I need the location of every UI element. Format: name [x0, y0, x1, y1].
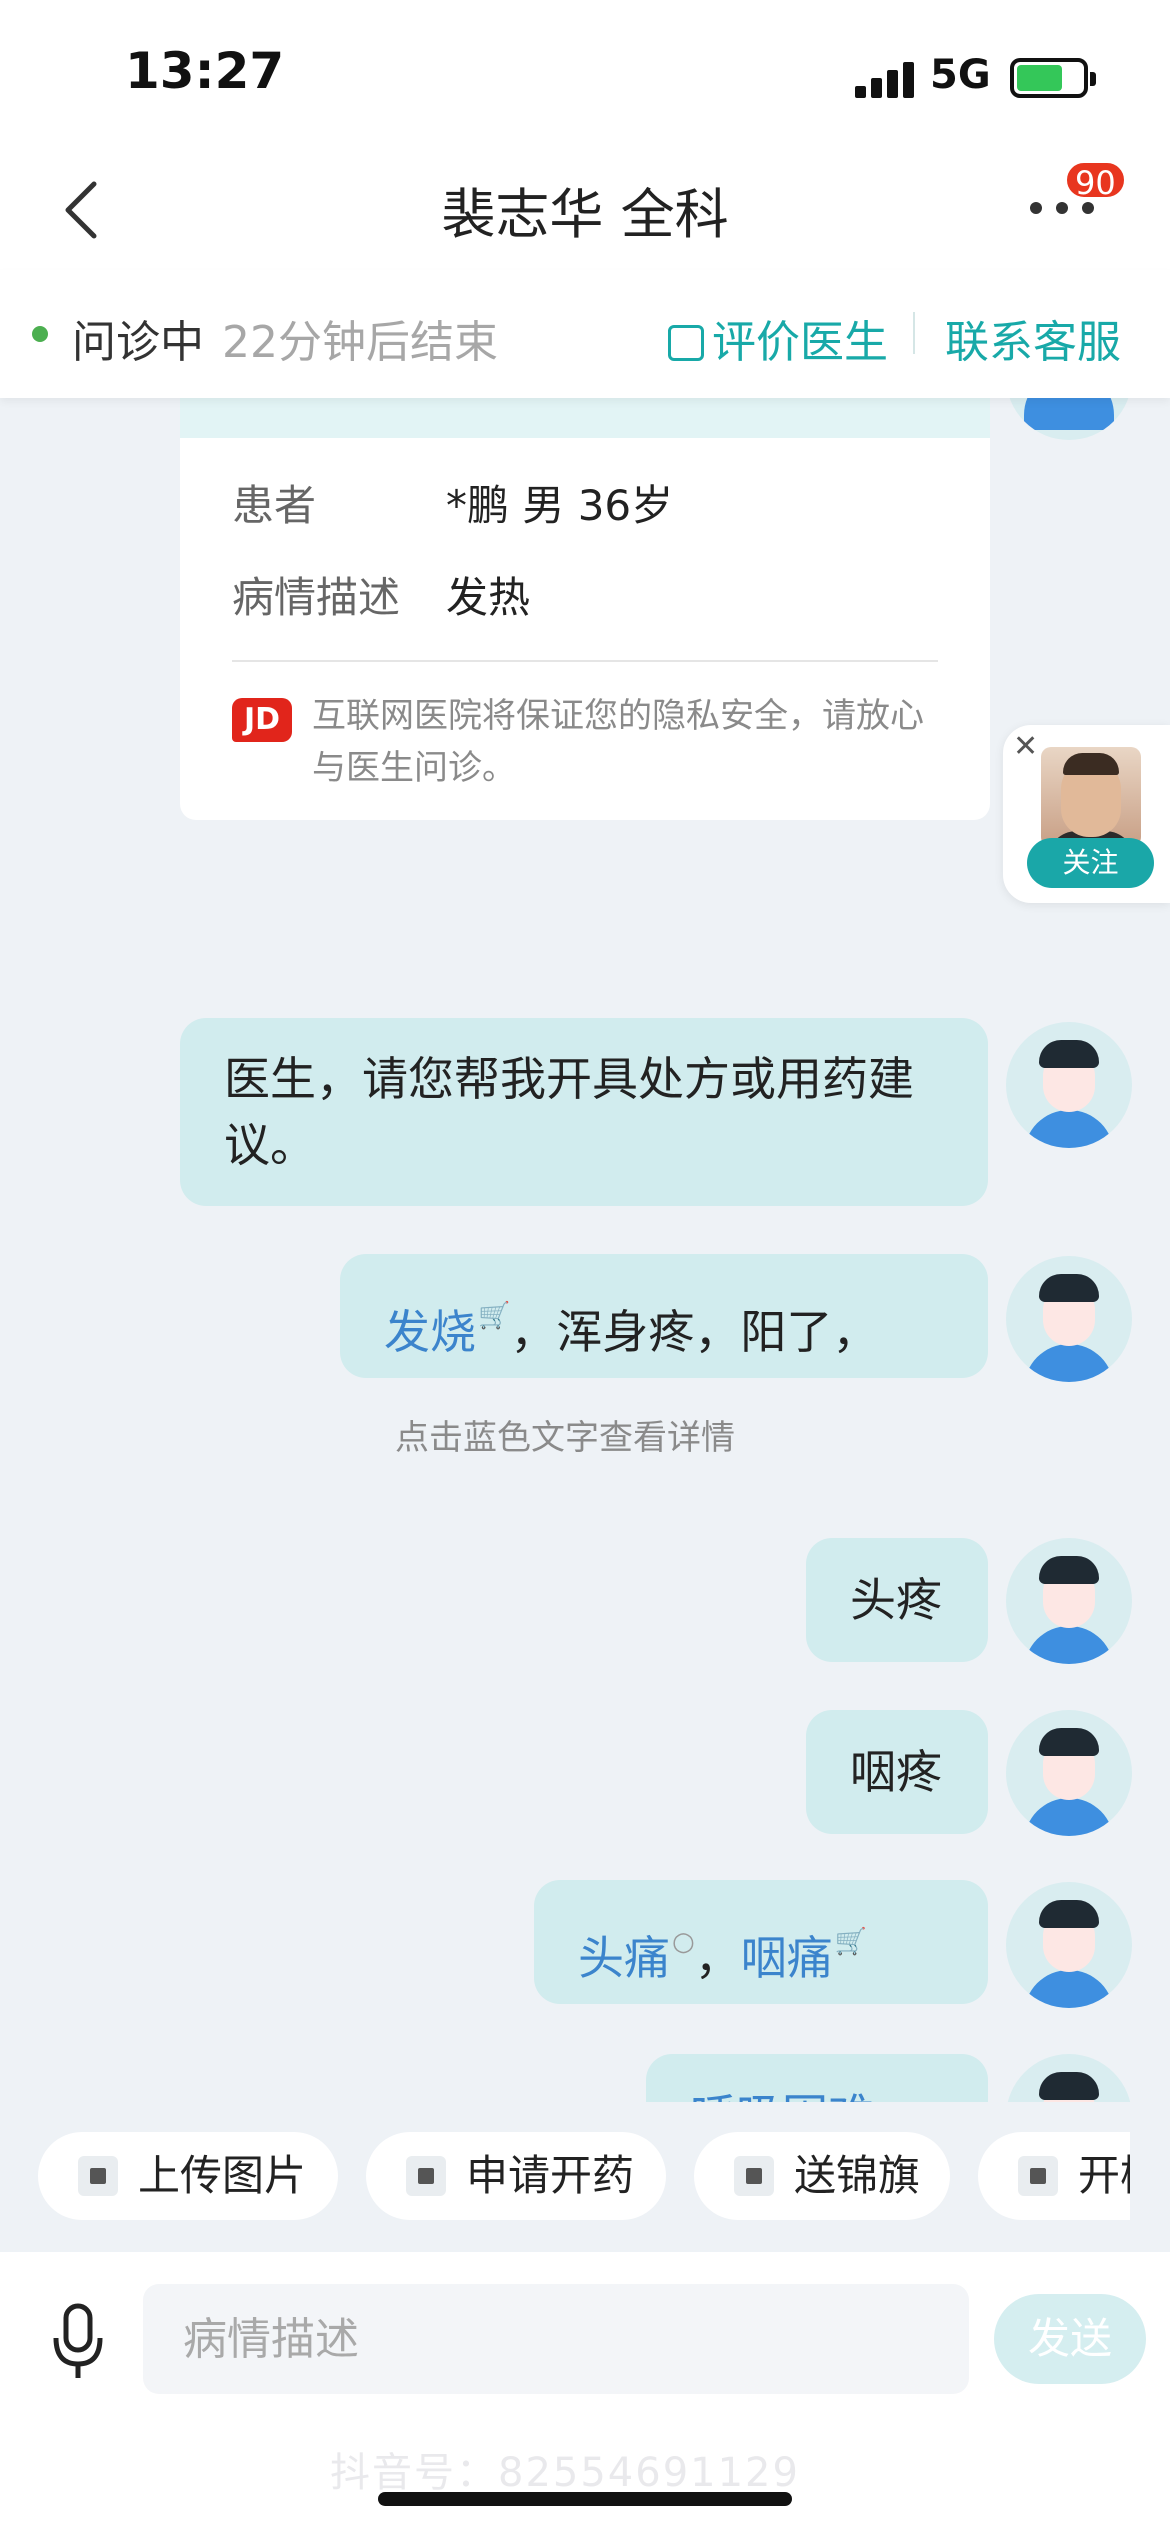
quick-actions-bar: 上传图片 申请开药 送锦旗 开检查单: [0, 2102, 1130, 2232]
user-avatar[interactable]: [1006, 1256, 1132, 1382]
message-bubble: 头疼: [806, 1538, 988, 1662]
description-label: 病情描述: [232, 573, 401, 622]
rate-doctor-label: 评价医生: [712, 317, 888, 368]
message-text: ，: [694, 1931, 741, 1985]
medicine-icon: [406, 2156, 446, 2196]
message-text: ，浑身疼，阳了，: [510, 1305, 879, 1359]
status-time: 13:27: [125, 42, 285, 100]
rate-doctor-button[interactable]: 评价医生: [668, 306, 888, 370]
add-document-icon: [1018, 2156, 1058, 2196]
chip-label: 上传图片: [138, 2151, 307, 2200]
close-icon[interactable]: ✕: [1013, 729, 1038, 764]
patient-value: *鹏 男 36岁: [446, 481, 674, 530]
request-medicine-button[interactable]: 申请开药: [366, 2132, 666, 2220]
watermark: 抖音号：82554691129: [330, 2450, 800, 2496]
notification-badge: 90: [1064, 160, 1127, 202]
message-bubble: 咽疼: [806, 1710, 988, 1834]
order-exam-button[interactable]: 开检查单: [978, 2132, 1130, 2220]
follow-doctor-float: ✕ 关注: [1003, 725, 1170, 903]
message-bubble: 医生，请您帮我开具处方或用药建议。: [180, 1018, 988, 1206]
message-clip: 呼吸困难: [0, 2050, 1170, 2102]
edit-icon: [668, 325, 704, 361]
divider: [913, 312, 915, 354]
symptom-link[interactable]: 呼吸困难: [690, 2089, 874, 2102]
jd-logo-icon: JD: [232, 698, 292, 742]
send-button[interactable]: 发送: [994, 2294, 1146, 2384]
message-bubble: 发烧🛒，浑身疼，阳了，: [340, 1254, 988, 1378]
input-bar: 发送 抖音号：82554691129: [0, 2252, 1170, 2532]
image-icon: [78, 2156, 118, 2196]
description-value: 发热: [446, 573, 531, 622]
patient-label: 患者: [232, 481, 317, 530]
send-banner-button[interactable]: 送锦旗: [694, 2132, 950, 2220]
symptom-link[interactable]: 发烧: [384, 1305, 476, 1359]
symptom-link[interactable]: 头痛: [578, 1931, 670, 1985]
user-avatar[interactable]: [1006, 1538, 1132, 1664]
hint-text: 点击蓝色文字查看详情: [395, 1418, 735, 1458]
battery-icon: [1010, 58, 1096, 98]
consult-timer: 22分钟后结束: [222, 317, 498, 368]
banner-icon: [734, 2156, 774, 2196]
consult-info-card: 患者 *鹏 男 36岁 病情描述 发热 JD 互联网医院将保证您的隐私安全，请放…: [180, 398, 990, 820]
message-bubble: 呼吸困难: [646, 2054, 988, 2102]
privacy-note: 互联网医院将保证您的隐私安全，请放心与医生问诊。: [312, 696, 924, 788]
chip-label: 申请开药: [466, 2151, 635, 2200]
chip-label: 送锦旗: [794, 2151, 921, 2200]
contact-service-button[interactable]: 联系客服: [945, 306, 1121, 370]
upload-image-button[interactable]: 上传图片: [38, 2132, 338, 2220]
home-indicator: [378, 2492, 792, 2506]
cart-icon[interactable]: 🛒: [478, 1283, 510, 1349]
network-label: 5G: [930, 52, 991, 98]
symptom-link[interactable]: 咽痛: [741, 1931, 833, 1985]
message-input[interactable]: [143, 2284, 969, 2394]
status-bar: 13:27 5G: [0, 0, 1170, 140]
user-avatar[interactable]: [1006, 1882, 1132, 2008]
divider: [232, 660, 938, 662]
doctor-photo[interactable]: [1041, 747, 1141, 847]
search-icon[interactable]: ○: [672, 1909, 695, 1975]
microphone-icon[interactable]: [48, 2302, 108, 2382]
user-avatar[interactable]: [1006, 2054, 1132, 2102]
user-avatar[interactable]: [1006, 1022, 1132, 1148]
page-title: 裴志华 全科: [441, 183, 729, 246]
consult-status: 问诊中: [72, 317, 204, 368]
cart-icon[interactable]: 🛒: [835, 1909, 867, 1975]
follow-button[interactable]: 关注: [1027, 838, 1154, 888]
user-avatar[interactable]: [1006, 1710, 1132, 1836]
signal-icon: [855, 62, 915, 98]
message-bubble: 头痛○，咽痛🛒: [534, 1880, 988, 2004]
chip-label: 开检查单: [1078, 2151, 1130, 2200]
card-header: [180, 398, 990, 438]
consult-status-bar: 问诊中 22分钟后结束 评价医生 联系客服: [0, 270, 1170, 398]
nav-bar: 裴志华 全科: [0, 140, 1170, 270]
online-dot-icon: [32, 326, 48, 342]
